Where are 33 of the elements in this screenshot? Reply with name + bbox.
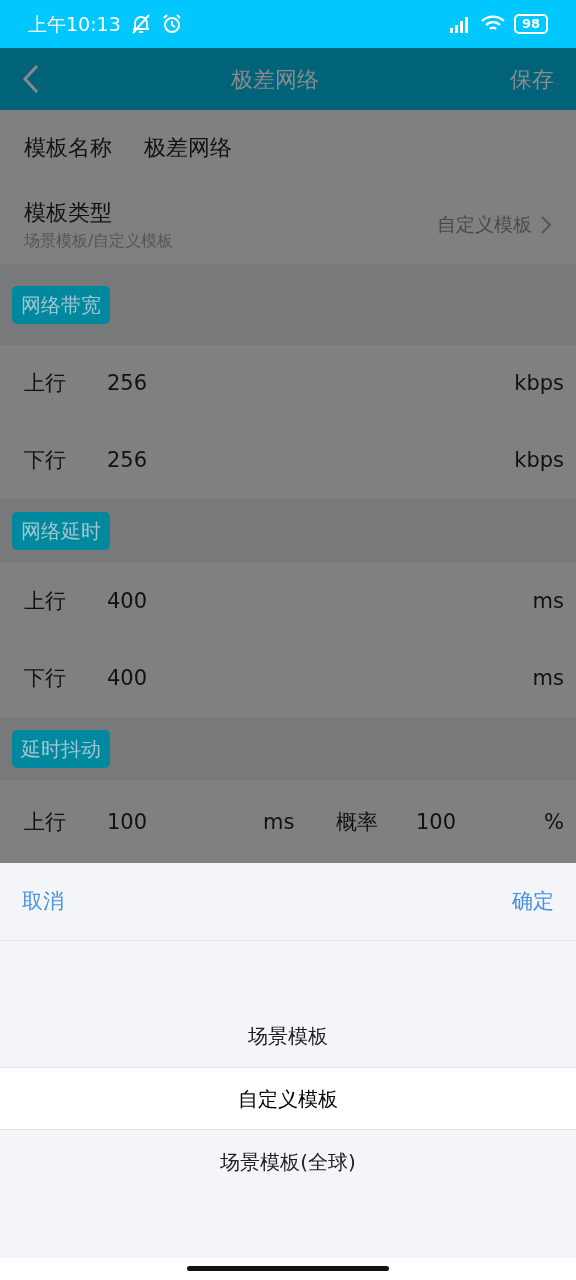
cancel-button[interactable]: 取消 [22, 885, 64, 918]
home-indicator[interactable] [187, 1266, 389, 1271]
unit-label: ms [263, 808, 296, 836]
battery-indicator: 98 [513, 14, 548, 34]
field-label: 模板名称 [24, 134, 112, 162]
value-field[interactable]: 400 [107, 662, 533, 695]
row-label: 上行 [24, 369, 67, 397]
section-tag: 延时抖动 [12, 729, 110, 768]
name-value: 极差网络 [144, 134, 232, 162]
unit-label: ms [532, 664, 564, 692]
value-field[interactable]: 100 [416, 806, 545, 839]
value-field[interactable]: 256 [107, 444, 515, 477]
row-label: 概率 [336, 808, 379, 836]
unit-label: % [544, 808, 564, 836]
value-field[interactable]: 256 [107, 367, 515, 400]
value-field[interactable]: 100 [107, 806, 263, 839]
section-tag: 网络延时 [12, 512, 110, 550]
unit-label: ms [532, 587, 564, 615]
confirm-button[interactable]: 确定 [512, 885, 554, 918]
clock-time: 上午10:13 [28, 11, 121, 37]
row-label: 下行 [24, 446, 67, 474]
unit-label: kbps [514, 446, 564, 474]
row-label: 上行 [24, 808, 67, 836]
chevron-right-icon[interactable] [540, 214, 552, 235]
row-label: 下行 [24, 664, 67, 692]
value-field[interactable]: 400 [107, 585, 533, 618]
back-icon[interactable] [22, 64, 40, 94]
picker-option[interactable]: 自定义模板 [0, 1067, 576, 1130]
page-title: 极差网络 [231, 65, 319, 94]
unit-label: kbps [514, 369, 564, 397]
field-label: 模板类型 [24, 199, 113, 227]
row-label: 上行 [24, 587, 67, 615]
section-tag: 网络带宽 [12, 286, 110, 324]
